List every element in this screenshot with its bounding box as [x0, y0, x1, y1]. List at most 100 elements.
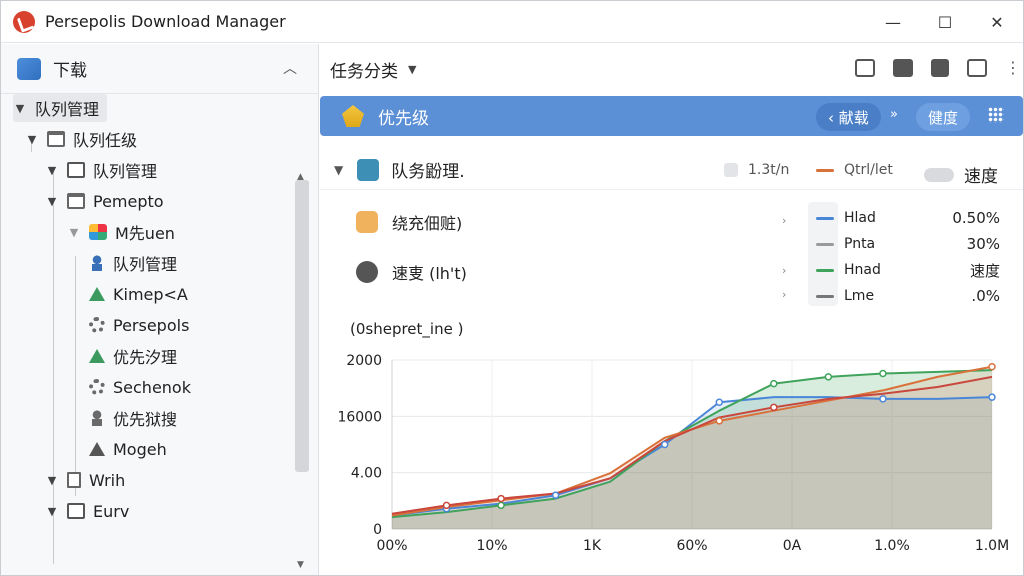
attribute-label: 速叓 (lh't)	[392, 264, 467, 283]
tree-item-mogeh[interactable]: Mogeh	[89, 435, 167, 463]
double-chevron-icon[interactable]: »	[890, 107, 898, 122]
title-bar[interactable]: Persepolis Download Manager — ☐ ✕	[1, 1, 1023, 43]
x-tick-label: 00%	[376, 538, 407, 554]
priority-banner[interactable]: 优先级 ‹ 献载 » 健度	[320, 96, 1023, 136]
legend-value: 速度	[969, 261, 1000, 280]
x-tick-label: 0A	[783, 538, 802, 554]
priority-icon	[342, 105, 364, 127]
tree-item-label: 优先汐理	[113, 348, 178, 367]
sidebar: 下载 ︿ ▼ 队列管理 ▼ 队列任级 ▼ 队列管理 ▼ Pemepto ▼ M先…	[1, 44, 319, 575]
close-button[interactable]: ✕	[971, 1, 1023, 43]
export-icon[interactable]	[893, 59, 913, 77]
sidebar-header[interactable]: 下载 ︿	[1, 44, 318, 94]
multi-color-icon	[89, 224, 107, 240]
attribute-row-2[interactable]: 速叓 (lh't)	[356, 258, 467, 286]
chevron-down-icon[interactable]: ▼	[45, 164, 59, 177]
meta-rate-label: 1.3t/n	[748, 162, 790, 178]
tree-item-queue-management-3[interactable]: 队列管理	[89, 249, 177, 277]
banner-pill-download[interactable]: ‹ 献载	[816, 103, 881, 131]
tree-item-label: 队列任级	[73, 131, 138, 150]
queue-tree: ▼ 队列管理 ▼ 队列任级 ▼ 队列管理 ▼ Pemepto ▼ M先uen 队…	[1, 94, 319, 575]
tree-item-label: Persepols	[113, 315, 190, 335]
gear-icon	[89, 379, 105, 395]
tree-item-kimepa[interactable]: Kimep<A	[89, 280, 188, 308]
document-icon	[67, 472, 81, 488]
chevron-right-icon[interactable]: ›	[782, 214, 786, 227]
grid-icon[interactable]	[988, 107, 1004, 123]
tree-item-label: 队列管理	[93, 162, 158, 181]
task-icon	[357, 158, 380, 181]
tree-item-label: Mogeh	[113, 439, 167, 459]
main-panel: 任务分类 ▼ ⋮ 优先级 ‹ 献载 » 健度 ▼ 队务鼢理. 1.3t/n Qt…	[320, 44, 1023, 575]
legend-name: Hlad	[844, 210, 876, 226]
legend-name: Lme	[844, 288, 875, 304]
folder-icon	[67, 503, 85, 519]
chevron-down-icon[interactable]: ▼	[45, 195, 59, 208]
window-icon	[67, 193, 85, 209]
more-options-icon[interactable]: ⋮	[1005, 59, 1021, 77]
tree-item-queue-tasks[interactable]: ▼ 队列任级	[25, 125, 137, 153]
tree-item-label: Pemepto	[93, 191, 164, 211]
chevron-down-icon[interactable]: ▼	[67, 226, 81, 239]
scroll-down-arrow[interactable]: ▼	[297, 560, 304, 570]
chevron-right-icon[interactable]: ›	[782, 288, 786, 301]
meta-ctrl-label: Qtrl/let	[844, 162, 893, 178]
chart-legend: Hlad 0.50% Pnta 30% Hnad 速度 Lme .0%	[808, 202, 1008, 306]
tree-item-queue-management[interactable]: ▼ 队列管理	[13, 94, 108, 122]
data-point-blue	[879, 395, 887, 403]
home-gray-icon	[89, 442, 105, 456]
tree-item-priority-search[interactable]: 优先狱搜	[89, 404, 177, 432]
data-point-blue	[551, 491, 560, 499]
legend-item-pnta: Pnta 30%	[816, 234, 1004, 254]
chevron-down-icon[interactable]: ▼	[408, 63, 416, 76]
chevron-down-icon[interactable]: ▼	[334, 163, 343, 177]
tree-item-m-xian-uen[interactable]: ▼ M先uen	[67, 218, 175, 246]
minimize-button[interactable]: —	[867, 1, 919, 43]
person-icon	[89, 255, 105, 271]
x-tick-label: 10%	[476, 538, 507, 554]
tree-item-wrih[interactable]: ▼ Wrih	[45, 466, 126, 494]
data-point-green	[770, 379, 778, 388]
chevron-down-icon[interactable]: ▼	[45, 474, 59, 487]
tree-item-label: 队列管理	[35, 100, 100, 119]
legend-item-lme: Lme .0%	[816, 286, 1004, 306]
data-point-blue	[715, 398, 724, 406]
section-header[interactable]: ▼ 队务鼢理. 1.3t/n Qtrl/let 速度	[320, 150, 1023, 190]
gauge-icon	[356, 261, 378, 283]
orange-line-icon	[816, 168, 834, 172]
x-tick-label: 1K	[583, 538, 602, 554]
y-tick-label: 2000	[346, 353, 382, 369]
attribute-row-1[interactable]: 绕充佃赃)	[356, 208, 462, 236]
transfer-icon[interactable]	[931, 59, 949, 77]
chevron-up-icon[interactable]: ︿	[283, 58, 297, 78]
tree-item-pemepto[interactable]: ▼ Pemepto	[45, 187, 164, 215]
legend-value: 0.50%	[952, 209, 1000, 227]
data-point-blue	[660, 440, 669, 449]
tree-item-priority-management[interactable]: 优先汐理	[89, 342, 177, 370]
task-category-dropdown[interactable]: 任务分类	[330, 57, 398, 82]
folder-icon	[67, 162, 85, 178]
chevron-down-icon[interactable]: ▼	[25, 133, 39, 146]
tree-item-sechenok[interactable]: Sechenok	[89, 373, 191, 401]
chevron-right-icon[interactable]: ›	[782, 264, 786, 277]
tree-item-queue-management-2[interactable]: ▼ 队列管理	[45, 156, 157, 184]
y-tick-label: 16000	[337, 409, 382, 425]
tree-guide	[75, 256, 76, 496]
chart-title: (0shepret_ine )	[350, 320, 464, 338]
clipboard-icon[interactable]	[967, 59, 987, 77]
inbox-icon[interactable]	[855, 59, 875, 77]
maximize-button[interactable]: ☐	[919, 1, 971, 43]
sidebar-scrollbar-thumb[interactable]	[295, 180, 309, 472]
x-tick-label: 60%	[676, 538, 707, 554]
banner-pill-speed[interactable]: 健度	[916, 103, 971, 131]
legend-value: 30%	[966, 235, 1000, 253]
data-point-orange	[988, 363, 996, 371]
attribute-label: 绕充佃赃)	[392, 214, 463, 233]
data-point-green	[497, 501, 505, 510]
toggle-icon[interactable]	[924, 167, 954, 182]
tree-item-eurv[interactable]: ▼ Eurv	[45, 497, 130, 525]
chevron-down-icon[interactable]: ▼	[45, 505, 59, 518]
person-gray-icon	[89, 410, 105, 426]
tree-item-persepols[interactable]: Persepols	[89, 311, 189, 339]
chevron-down-icon[interactable]: ▼	[13, 102, 27, 115]
